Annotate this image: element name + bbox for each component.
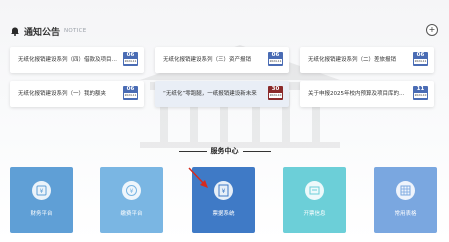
more-button[interactable]: + [426,24,438,36]
tile-billing-info[interactable]: 开票信息 [283,167,346,233]
notice-card[interactable]: 无纸化报销建设系列（四）借款及项目经费 06 2024-11 [10,47,144,73]
tile-payment-platform[interactable]: ¥ 缴费平台 [100,167,163,233]
notice-card-text: 无纸化报销建设系列（三）资产报销 [163,57,252,63]
date-badge: 06 2024-11 [413,52,428,66]
notice-header: 通知公告 NOTICE [10,24,87,38]
title-divider [242,150,271,152]
notice-subtitle: NOTICE [64,28,87,34]
tile-label: 常用表格 [394,211,417,217]
tile-label: 开票信息 [303,211,326,217]
tile-label: 财务平台 [30,211,53,217]
notice-card-text: 无纸化报销建设系列（二）差旅报销 [308,57,397,63]
date-day: 11 [416,86,425,92]
title-divider [178,150,207,152]
date-month: 2024-10 [414,93,427,98]
bell-icon [11,27,19,36]
date-month: 2024-11 [124,59,137,64]
notice-card[interactable]: 无纸化报销建设系列（一）我的额夹 06 2024-11 [10,81,144,107]
date-month: 2024-11 [414,59,427,64]
tile-finance-platform[interactable]: ¥ 财务平台 [10,167,73,233]
date-badge: 06 2024-11 [123,86,138,100]
tile-common-forms[interactable]: 常用表格 [374,167,437,233]
notice-card[interactable]: 无纸化报销建设系列（二）差旅报销 06 2024-11 [300,47,434,73]
billing-info-icon [305,181,324,200]
date-day: 06 [126,86,135,92]
date-day: 30 [271,86,280,92]
date-month: 2024-10 [269,93,282,98]
pointer-arrow-icon [188,167,208,188]
notice-card[interactable]: 关于申报2025年校内预算及项目库的通知 11 2024-10 [300,81,434,107]
svg-text:¥: ¥ [222,188,226,195]
notice-card[interactable]: 无纸化报销建设系列（三）资产报销 06 2024-11 [155,47,289,73]
finance-platform-icon: ¥ [32,181,51,200]
service-center-title: 服务中心 [0,146,449,156]
date-day: 06 [271,52,280,58]
date-month: 2024-11 [124,93,137,98]
notice-card[interactable]: “无纸化”零跑腿，一纸报销建设新未来 30 2024-10 [155,81,289,107]
notice-card-text: “无纸化”零跑腿，一纸报销建设新未来 [163,91,257,97]
common-forms-icon [396,181,415,200]
svg-text:¥: ¥ [130,188,134,195]
date-day: 06 [126,52,135,58]
date-day: 06 [416,52,425,58]
notice-title: 通知公告 [24,27,61,38]
notice-card-text: 无纸化报销建设系列（一）我的额夹 [18,91,107,97]
tile-label: 缴费平台 [120,211,143,217]
date-badge: 06 2024-11 [268,52,283,66]
payment-platform-icon: ¥ [122,181,141,200]
notice-card-text: 关于申报2025年校内预算及项目库的通知 [308,91,408,97]
invoice-system-icon: ¥ [214,181,233,200]
date-badge: 30 2024-10 [268,86,283,100]
date-month: 2024-11 [269,59,282,64]
date-badge: 11 2024-10 [413,86,428,100]
tile-label: 票据系统 [212,211,235,217]
svg-text:¥: ¥ [40,188,44,195]
service-center-label: 服务中心 [210,147,239,155]
date-badge: 06 2024-11 [123,52,138,66]
notice-card-text: 无纸化报销建设系列（四）借款及项目经费 [18,57,118,63]
